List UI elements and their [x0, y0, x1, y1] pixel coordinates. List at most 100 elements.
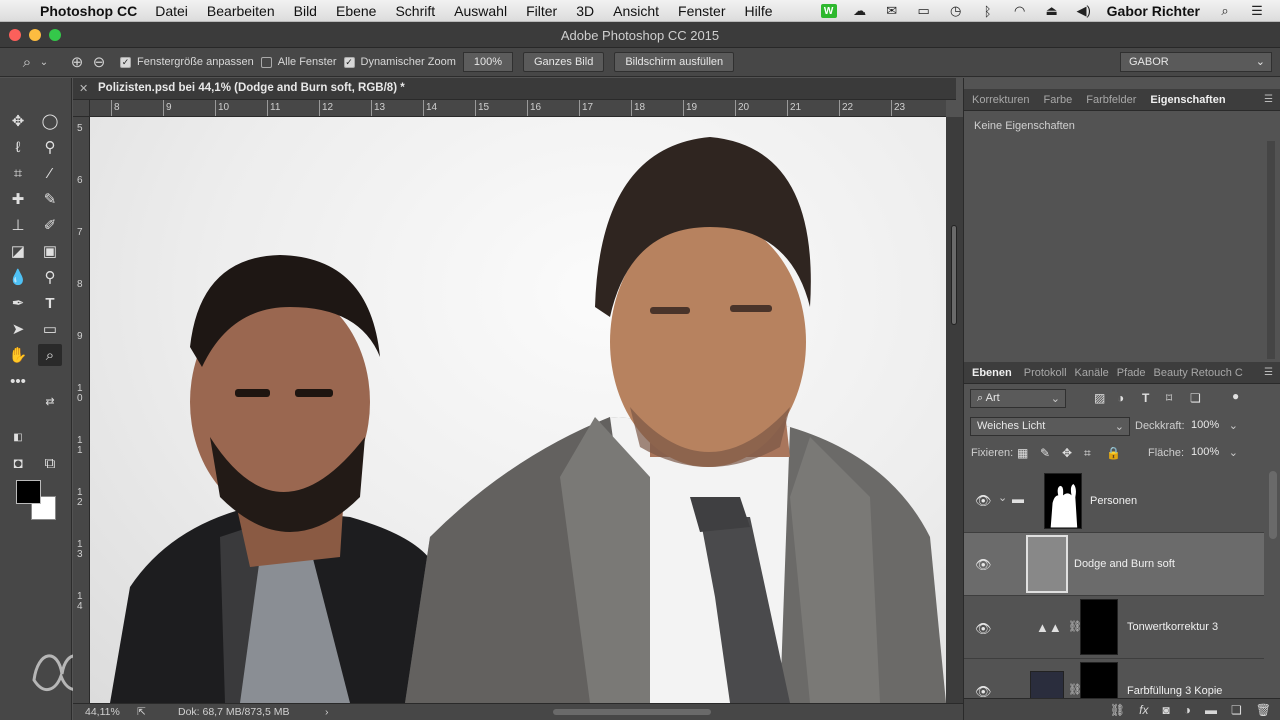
volume-icon[interactable]: ◀): [1075, 3, 1093, 18]
filter-pixel-icon[interactable]: ▨: [1094, 391, 1105, 405]
lock-position-icon[interactable]: ✥: [1062, 446, 1072, 460]
menu-hilfe[interactable]: Hilfe: [745, 3, 773, 19]
notification-center-icon[interactable]: ☰: [1248, 3, 1266, 18]
quick-selection-tool-icon[interactable]: ⚲: [38, 136, 62, 158]
fit-window-checkbox[interactable]: ✓: [120, 56, 131, 68]
wifi-icon[interactable]: ◠: [1011, 3, 1029, 18]
close-document-icon[interactable]: ✕: [79, 82, 88, 95]
elliptical-marquee-tool-icon[interactable]: ◯: [38, 110, 62, 132]
vertical-scroll-thumb[interactable]: [951, 225, 957, 325]
blur-tool-icon[interactable]: 💧: [6, 266, 30, 288]
filter-smart-object-icon[interactable]: ❏: [1190, 391, 1201, 405]
zoom-tool-preset-icon[interactable]: ⌕: [16, 51, 38, 73]
layer-row-tonwertkorrektur-3[interactable]: 👁 ▲▲ ⛓ Tonwertkorrektur 3: [964, 596, 1264, 659]
tab-beauty-retouch[interactable]: Beauty Retouch C: [1154, 367, 1243, 379]
eraser-tool-icon[interactable]: ◪: [6, 240, 30, 262]
menu-auswahl[interactable]: Auswahl: [454, 3, 507, 19]
add-mask-icon[interactable]: ◙: [1163, 703, 1170, 717]
link-layers-icon[interactable]: ⛓: [1110, 703, 1125, 717]
eyedropper-tool-icon[interactable]: ⁄: [38, 162, 62, 184]
brush-tool-icon[interactable]: ✎: [38, 188, 62, 210]
menu-fenster[interactable]: Fenster: [678, 3, 725, 19]
menu-bild[interactable]: Bild: [294, 3, 317, 19]
move-tool-icon[interactable]: ✥: [6, 110, 30, 132]
status-zoom[interactable]: 44,11%: [85, 706, 120, 718]
workspace-select[interactable]: GABOR ⌄: [1120, 52, 1272, 72]
filter-adjustment-icon[interactable]: ◑: [1117, 391, 1124, 405]
delete-layer-icon[interactable]: 🗑: [1256, 703, 1271, 717]
lock-transparent-icon[interactable]: ▦: [1017, 446, 1028, 460]
time-machine-icon[interactable]: ◷: [947, 3, 965, 18]
blend-mode-select[interactable]: Weiches Licht ⌄: [970, 417, 1130, 436]
visibility-eye-icon[interactable]: 👁: [975, 684, 992, 698]
visibility-eye-icon[interactable]: 👁: [975, 493, 992, 509]
filter-toggle-icon[interactable]: ●: [1232, 389, 1239, 403]
menu-ansicht[interactable]: Ansicht: [613, 3, 659, 19]
chevron-right-icon[interactable]: ›: [325, 706, 329, 718]
layer-style-fx-icon[interactable]: fx: [1139, 703, 1148, 717]
document-tab[interactable]: ✕ Polizisten.psd bei 44,1% (Dodge and Bu…: [73, 78, 956, 100]
visibility-eye-icon[interactable]: 👁: [975, 557, 992, 573]
opacity-field[interactable]: 100% ⌄: [1185, 417, 1243, 436]
tab-korrekturen[interactable]: Korrekturen: [972, 94, 1029, 106]
tab-pfade[interactable]: Pfade: [1117, 367, 1146, 379]
tab-farbe[interactable]: Farbe: [1043, 94, 1072, 106]
horizontal-ruler[interactable]: 8 9 10 11 12 13 14 15 16 17 18 19 20 21 22 23: [90, 100, 946, 117]
layer-name-tonwertkorrektur-3[interactable]: Tonwertkorrektur 3: [1127, 621, 1218, 633]
quick-mask-icon[interactable]: ◘: [6, 452, 30, 474]
dodge-tool-icon[interactable]: ⚲: [38, 266, 62, 288]
layer-row-personen[interactable]: 👁 ⌄ ▬ Personen: [964, 470, 1264, 533]
vertical-ruler[interactable]: 5 6 7 8 9 1 0 1 1 1 2 1 3 1 4: [73, 100, 90, 703]
rectangle-tool-icon[interactable]: ▭: [38, 318, 62, 340]
lock-all-icon[interactable]: 🔒: [1106, 446, 1121, 460]
layer-name-dodge-and-burn-soft[interactable]: Dodge and Burn soft: [1074, 558, 1175, 570]
layer-row-farbfuellung-3-kopie[interactable]: 👁 ⛓ Farbfüllung 3 Kopie: [964, 659, 1264, 698]
cloud-icon[interactable]: ☁: [851, 3, 869, 18]
lasso-tool-icon[interactable]: ℓ: [6, 136, 30, 158]
menu-filter[interactable]: Filter: [526, 3, 557, 19]
menu-datei[interactable]: Datei: [155, 3, 188, 19]
lock-pixels-icon[interactable]: ✎: [1040, 446, 1050, 460]
message-icon[interactable]: ✉: [883, 3, 901, 18]
menu-schrift[interactable]: Schrift: [395, 3, 435, 19]
crop-tool-icon[interactable]: ⌗: [6, 162, 30, 184]
swap-colors-icon[interactable]: ⇄: [42, 394, 58, 408]
user-name[interactable]: Gabor Richter: [1107, 3, 1200, 19]
layer-name-personen[interactable]: Personen: [1090, 495, 1137, 507]
foreground-color-swatch[interactable]: [16, 480, 41, 504]
zoom-tool-icon[interactable]: ⌕: [38, 344, 62, 366]
export-icon[interactable]: ⇱: [137, 706, 146, 718]
zoom-out-icon[interactable]: ⊖: [88, 51, 110, 73]
document-canvas[interactable]: [90, 117, 946, 703]
menu-app-name[interactable]: Photoshop CC: [40, 3, 137, 19]
properties-scrollbar[interactable]: [1267, 141, 1275, 359]
more-tools-icon[interactable]: •••: [6, 370, 30, 392]
scrubby-zoom-checkbox[interactable]: ✓: [343, 56, 355, 68]
menu-ebene[interactable]: Ebene: [336, 3, 376, 19]
healing-brush-tool-icon[interactable]: ✚: [6, 188, 30, 210]
fit-screen-button[interactable]: Ganzes Bild: [523, 52, 605, 72]
tab-eigenschaften[interactable]: Eigenschaften: [1150, 94, 1225, 106]
tab-kanaele[interactable]: Kanäle: [1075, 367, 1109, 379]
pen-tool-icon[interactable]: ✒: [6, 292, 30, 314]
clone-stamp-tool-icon[interactable]: ⊥: [6, 214, 30, 236]
ruler-origin[interactable]: [73, 100, 90, 117]
tab-ebenen[interactable]: Ebenen: [972, 367, 1012, 379]
tab-farbfelder[interactable]: Farbfelder: [1086, 94, 1136, 106]
tab-protokoll[interactable]: Protokoll: [1024, 367, 1067, 379]
default-colors-icon[interactable]: ◧: [10, 430, 26, 444]
spotlight-search-icon[interactable]: ⌕: [1216, 3, 1234, 18]
horizontal-scroll-thumb[interactable]: [553, 709, 711, 715]
group-expand-chevron-icon[interactable]: ⌄: [998, 491, 1007, 504]
path-selection-tool-icon[interactable]: ➤: [6, 318, 30, 340]
panel-menu-icon[interactable]: ☰: [1264, 94, 1273, 105]
wacom-icon[interactable]: W: [820, 4, 837, 18]
filter-type-icon[interactable]: T: [1142, 391, 1149, 405]
zoom-value-field[interactable]: 100%: [462, 52, 513, 72]
layer-row-dodge-and-burn-soft[interactable]: 👁 Dodge and Burn soft: [964, 533, 1264, 596]
gradient-tool-icon[interactable]: ▣: [38, 240, 62, 262]
fill-screen-button[interactable]: Bildschirm ausfüllen: [614, 52, 735, 72]
panel-menu-icon[interactable]: ☰: [1264, 367, 1273, 378]
chevron-down-icon[interactable]: ⌄: [38, 51, 50, 73]
history-brush-tool-icon[interactable]: ✐: [38, 214, 62, 236]
